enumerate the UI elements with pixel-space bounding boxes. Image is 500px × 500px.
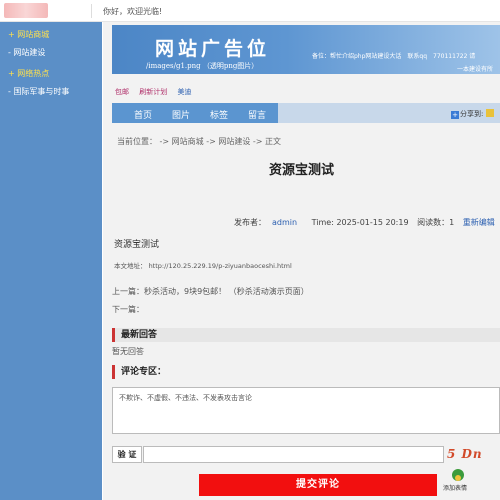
sub-links: 包邮 刷新计划 美迪: [115, 87, 199, 97]
welcome-text: 你好，欢迎光临!: [103, 7, 163, 16]
qzone-icon[interactable]: [486, 109, 495, 117]
comment-zone-heading: 评论专区：: [112, 365, 500, 379]
no-replies-text: 暂无回答: [112, 347, 144, 356]
ad-contact: 备位：帮忙介绍php网站建设大话 联系qq 770111722 请: [312, 53, 476, 60]
share-bar[interactable]: + 分享到:: [451, 109, 495, 119]
sublink-refresh-plan[interactable]: 刷新计划: [139, 88, 167, 96]
latest-replies-heading: 最新回答: [112, 328, 500, 342]
site-logo[interactable]: [4, 3, 48, 18]
sidebar-item-military-news[interactable]: - 国际军事与时事: [8, 86, 69, 97]
author-label: 发布者：: [234, 218, 266, 227]
re-edit-link[interactable]: 重新编辑: [463, 218, 495, 227]
ad-title: 网站广告位: [155, 38, 271, 60]
ad-image-path: /images/g1.png （透明png图片）: [146, 62, 259, 70]
tab-guestbook[interactable]: 留言: [248, 108, 266, 121]
share-label: 分享到:: [460, 110, 484, 118]
submit-comment-button[interactable]: 提交评论: [199, 474, 437, 496]
breadcrumb-text: 当前位置： -> 网站商城 -> 网站建设 -> 正文: [117, 137, 282, 146]
tab-home[interactable]: 首页: [134, 108, 152, 121]
sidebar-item-hot-topics[interactable]: + 网络热点: [8, 68, 49, 79]
top-bar: 你好，欢迎光临!: [0, 0, 500, 22]
view-count: 阅读数：1: [417, 218, 455, 227]
main-content: 网站广告位 /images/g1.png （透明png图片） 备位：帮忙介绍ph…: [103, 22, 500, 500]
breadcrumb: 当前位置： -> 网站商城 -> 网站建设 -> 正文: [117, 136, 281, 147]
verify-label: 验 证: [112, 446, 142, 463]
sidebar-item-website-mall[interactable]: + 网站商城: [8, 29, 49, 40]
divider: [91, 4, 92, 18]
ad-banner[interactable]: 网站广告位 /images/g1.png （透明png图片） 备位：帮忙介绍ph…: [112, 25, 500, 74]
nav-bar: 首页 图片 标签 留言 + 分享到:: [112, 103, 500, 123]
verify-input[interactable]: [143, 446, 444, 463]
sublink-meidi[interactable]: 美迪: [177, 88, 191, 96]
author-link[interactable]: admin: [272, 218, 297, 227]
publish-time: Time: 2025-01-15 20:19: [311, 218, 409, 227]
article-body-title: 资源宝测试: [114, 240, 160, 250]
ad-tagline: 一本建设有所: [457, 66, 494, 73]
captcha-image[interactable]: 5 Dn: [447, 447, 483, 461]
next-article-link[interactable]: 下一篇：: [112, 304, 144, 315]
nav-tabs: 首页 图片 标签 留言: [112, 103, 278, 123]
article-title: 资源宝测试: [268, 163, 334, 178]
article-meta: 发布者： admin Time: 2025-01-15 20:19 阅读数：1 重…: [234, 217, 500, 228]
sidebar: + 网站商城 - 网站建设 + 网络热点 - 国际军事与时事: [0, 22, 102, 500]
sidebar-item-website-building[interactable]: - 网站建设: [8, 47, 45, 58]
comment-textarea[interactable]: 不欺诈、不虚假、不违法、不发表攻击言论: [112, 387, 500, 434]
prev-article-link[interactable]: 上一篇：秒杀活动，9块9包邮！ （秒杀活动演示页面）: [112, 286, 309, 297]
add-emoji-label[interactable]: 添加表情: [443, 483, 467, 492]
emoji-icon[interactable]: [452, 469, 464, 481]
tab-tags[interactable]: 标签: [210, 108, 228, 121]
article-address: 本文地址： http://120.25.229.19/p-ziyuanbaoce…: [114, 262, 292, 270]
sublink-free-shipping[interactable]: 包邮: [115, 88, 129, 96]
share-plus-icon: +: [451, 111, 459, 119]
tab-images[interactable]: 图片: [172, 108, 190, 121]
